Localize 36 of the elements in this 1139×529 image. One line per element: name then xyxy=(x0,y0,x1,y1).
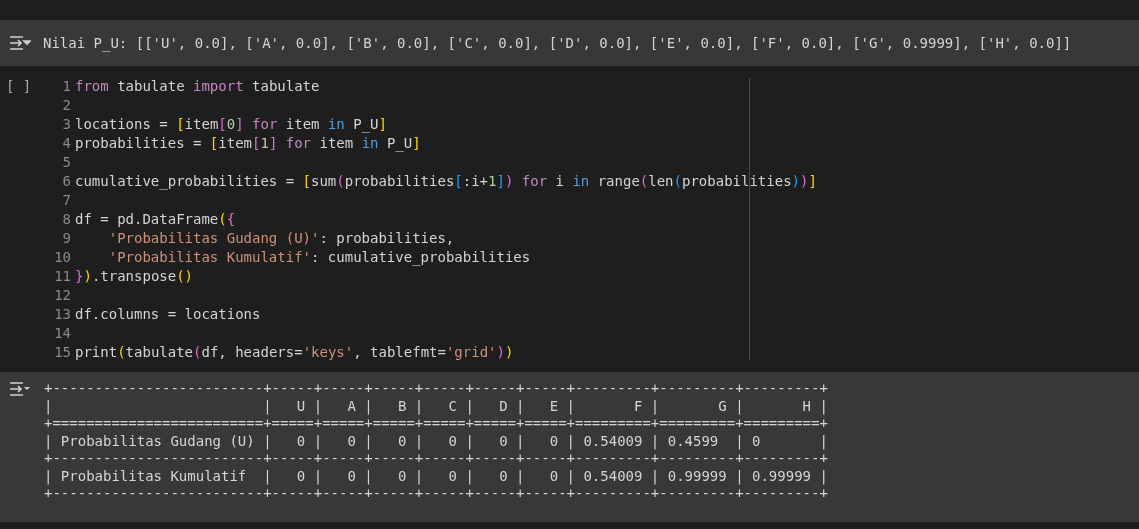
line-number: 8 xyxy=(61,210,72,229)
table-output-line: | Probabilitas Gudang (U) | 0 | 0 | 0 | 0 | 0 | 0 | 0.54009 | 0.4599 | 0 | xyxy=(44,432,828,450)
code-line: 'Probabilitas Kumulatif': cumulative_probabilities xyxy=(107,248,531,267)
line-number: 7 xyxy=(61,191,72,210)
code-line: 'Probabilitas Gudang (U)': probabilities, xyxy=(107,229,455,248)
table-output-line: | Probabilitas Kumulatif | 0 | 0 | 0 | 0 | 0 | 0 | 0.54009 | 0.99999 | 0.99999 | xyxy=(44,467,828,485)
code-line: cumulative_probabilities = [sum(probabilities[:i+1]) for i in range(len(probabilities))] xyxy=(75,172,817,191)
code-line: df.columns = locations xyxy=(75,305,261,324)
code-line: df = pd.DataFrame({ xyxy=(75,210,236,229)
line-number: 3 xyxy=(61,115,72,134)
line-number: 13 xyxy=(53,305,72,324)
line-number: 2 xyxy=(61,96,72,115)
table-output-line: +-------------------------+-----+-----+-----+-----+-----+-----+---------+---------+---------+ xyxy=(44,450,828,468)
line-number: 10 xyxy=(53,248,72,267)
line-number: 14 xyxy=(53,324,72,343)
output-toggle-icon[interactable] xyxy=(9,382,31,396)
output-toggle-icon[interactable] xyxy=(9,36,31,50)
line-number: 4 xyxy=(61,134,72,153)
code-line: print(tabulate(df, headers='keys', tablefmt='grid')) xyxy=(75,343,514,362)
line-number: 15 xyxy=(53,343,72,362)
table-output-line: +-------------------------+-----+-----+-----+-----+-----+-----+---------+---------+---------+ xyxy=(44,485,828,503)
run-cell-button[interactable]: [ ] xyxy=(0,70,46,96)
line-number: 9 xyxy=(61,229,72,248)
table-output-line: +=========================+=====+=====+=====+=====+=====+=====+=========+=========+=========+ xyxy=(44,415,828,433)
code-line: }).transpose() xyxy=(75,267,194,286)
line-number: 12 xyxy=(53,286,72,305)
table-output-line: +-------------------------+-----+-----+-----+-----+-----+-----+---------+---------+---------+ xyxy=(44,380,828,398)
code-line: from tabulate import tabulate xyxy=(75,77,320,96)
code-line: probabilities = [item[1] for item in P_U] xyxy=(75,134,421,153)
table-output-line: | | U | A | B | C | D | E | F | G | H | xyxy=(44,397,828,415)
output-text: Nilai P_U: [['U', 0.0], ['A', 0.0], ['B', 0.0], ['C', 0.0], ['D', 0.0], ['E', 0.0], ['F', 0.0], ['G', 0.9999], ['H', 0.0]] xyxy=(43,35,1072,51)
line-number: 5 xyxy=(61,153,72,172)
line-number: 6 xyxy=(61,172,72,191)
code-line: locations = [item[0] for item in P_U] xyxy=(75,115,387,134)
line-number: 1 xyxy=(61,77,72,96)
line-number: 11 xyxy=(53,267,72,286)
